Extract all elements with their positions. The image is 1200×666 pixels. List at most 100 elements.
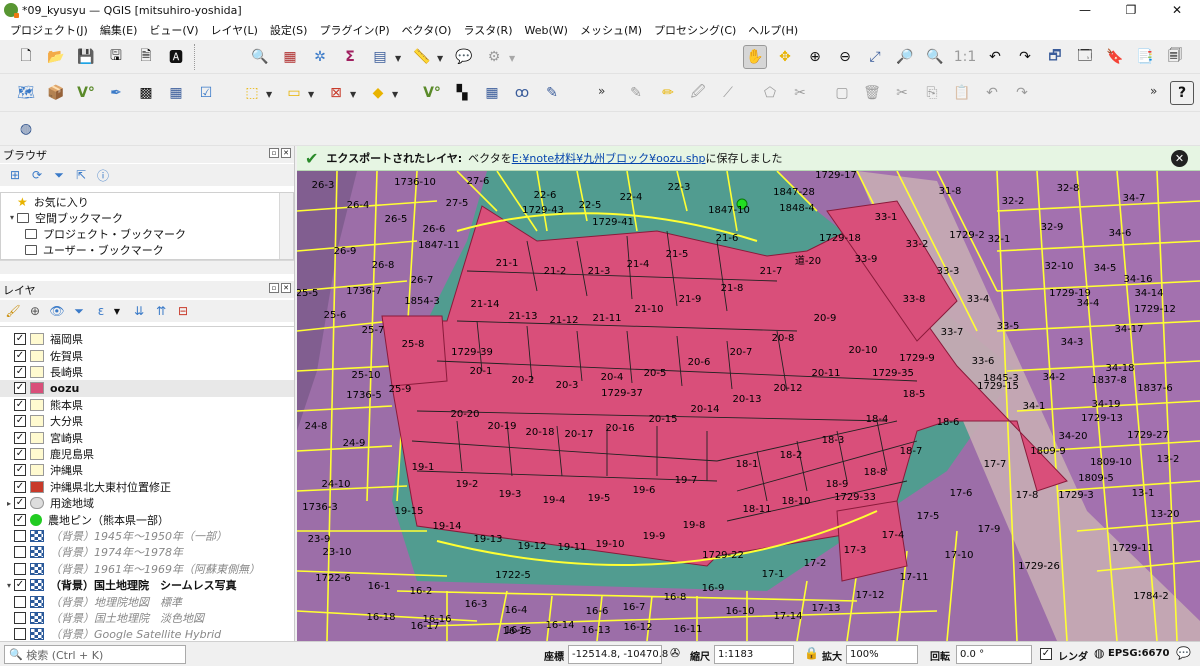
layer-row[interactable]: ✓ 熊本県 (0, 397, 294, 413)
scale-field[interactable]: 1:1183 (714, 645, 794, 664)
menu-view[interactable]: ビュー(V) (143, 22, 204, 38)
close-panel-icon[interactable]: ✕ (281, 283, 291, 293)
menu-raster[interactable]: ラスタ(R) (457, 22, 518, 38)
project-bookmarks-item[interactable]: プロジェクト・ブックマーク (25, 225, 186, 242)
render-checkbox[interactable]: ✓ (1040, 648, 1052, 660)
annotation-icon[interactable]: ⚙ (482, 45, 506, 69)
remove-layer-icon[interactable]: ⊟ (174, 302, 192, 320)
float-icon[interactable]: ▫ (269, 148, 279, 158)
add-layer-icon[interactable]: 📦 (44, 81, 68, 105)
layer-visibility-checkbox[interactable] (14, 611, 26, 624)
add-virtual-layer-icon[interactable]: ☑ (194, 81, 218, 105)
layer-visibility-checkbox[interactable]: ✓ (14, 513, 26, 526)
delete-icon[interactable]: 🗑 (860, 81, 884, 105)
layer-visibility-checkbox[interactable]: ✓ (14, 349, 26, 362)
new-map-view-icon[interactable]: 🗗 (1043, 45, 1067, 69)
save-as-icon[interactable]: 🖫 (104, 45, 128, 69)
plugin-icon[interactable]: ✎ (540, 81, 564, 105)
extent-icon[interactable]: ✇ (670, 646, 680, 660)
layer-row[interactable]: ✓ 大分県 (0, 413, 294, 429)
menu-edit[interactable]: 編集(E) (94, 22, 144, 38)
toolbar-more-icon[interactable]: » (1150, 84, 1157, 98)
select-location-icon[interactable]: ◆ (366, 81, 390, 105)
add-wms-icon[interactable]: ▩ (134, 81, 158, 105)
cut-icon[interactable]: ✂ (890, 81, 914, 105)
menu-web[interactable]: Web(W) (519, 24, 574, 37)
layer-row[interactable]: ✓ 沖縄県北大東村位置修正 (0, 479, 294, 495)
settings-gear-icon[interactable]: ✲ (308, 45, 332, 69)
data-source-manager-icon[interactable]: 🗺 (14, 81, 38, 105)
layer-row[interactable]: （背景）国土地理院 淡色地図 (0, 610, 294, 626)
edit-pencil-icon[interactable]: ✎ (624, 81, 648, 105)
layer-visibility-checkbox[interactable]: ✓ (14, 431, 26, 444)
zoom-selection-icon[interactable]: 🔎 (893, 45, 917, 69)
table-tool-icon[interactable]: ▦ (480, 81, 504, 105)
add-vector-layer-icon[interactable]: V° (74, 81, 98, 105)
locator-search-input[interactable]: 🔍 検索 (Ctrl + K) (4, 645, 186, 664)
message-file-link[interactable]: E:¥note材料¥九州ブロック¥oozu.shp (512, 150, 706, 166)
measure-icon[interactable]: 📏 (410, 45, 434, 69)
filter-icon[interactable]: ⏷ (50, 166, 68, 184)
expand-all-icon[interactable]: ⇊ (130, 302, 148, 320)
user-bookmarks-item[interactable]: ユーザー・ブックマーク (25, 241, 164, 258)
style-manager-icon[interactable]: 🅰 (164, 45, 188, 69)
layer-row[interactable]: （背景）1961年～1969年（阿蘇東側無） (0, 561, 294, 577)
menu-plugins[interactable]: プラグイン(P) (313, 22, 395, 38)
zoom-layer-icon[interactable]: 🔍 (923, 45, 947, 69)
print-layout-icon[interactable]: 🗎 (134, 45, 158, 69)
visibility-eye-icon[interactable]: 👁 (48, 302, 66, 320)
refresh-icon[interactable]: ⟳ (28, 166, 46, 184)
layer-visibility-checkbox[interactable]: ✓ (14, 333, 26, 346)
help-icon[interactable]: ? (1170, 81, 1194, 105)
layer-row[interactable]: ✓ 鹿児島県 (0, 446, 294, 462)
layer-row[interactable]: （背景）1945年～1950年（一部） (0, 528, 294, 544)
layer-visibility-checkbox[interactable] (14, 529, 26, 542)
add-group-icon[interactable]: ⊕ (26, 302, 44, 320)
vertex-tool-icon[interactable]: V° (420, 81, 444, 105)
coordinate-field[interactable]: -12514.8, -10470.8 (568, 645, 668, 664)
spatial-bookmarks-item[interactable]: ▾ 空間ブックマーク (7, 209, 123, 226)
refresh-icon[interactable]: 🗐 (1163, 45, 1187, 69)
layer-visibility-checkbox[interactable]: ✓ (14, 579, 26, 592)
layer-visibility-checkbox[interactable]: ✓ (14, 398, 26, 411)
collapse-icon[interactable]: ⇱ (72, 166, 90, 184)
collapse-all-icon[interactable]: ⇈ (152, 302, 170, 320)
menu-mesh[interactable]: メッシュ(M) (574, 22, 648, 38)
add-delimited-text-icon[interactable]: ✒ (104, 81, 128, 105)
select-by-value-icon[interactable]: ▭ (282, 81, 306, 105)
add-raster-layer-icon[interactable]: ▦ (164, 81, 188, 105)
layer-row[interactable]: ▾ ✓ （背景）国土地理院 シームレス写真 (0, 577, 294, 593)
style-brush-icon[interactable]: 🖌 (4, 302, 22, 320)
menu-project[interactable]: プロジェクト(J) (4, 22, 94, 38)
zoom-last-icon[interactable]: ↶ (983, 45, 1007, 69)
attribute-table-icon[interactable]: ▦ (278, 45, 302, 69)
open-table-icon[interactable]: ▤ (368, 45, 392, 69)
favorites-item[interactable]: ★ お気に入り (7, 193, 89, 210)
expand-arrow-icon[interactable]: ▾ (4, 581, 14, 590)
layer-row[interactable]: ✓ 長崎県 (0, 364, 294, 380)
zoom-native-icon[interactable]: 1:1 (953, 45, 977, 69)
toggle-editing-icon[interactable]: ✏ (656, 81, 680, 105)
menu-layer[interactable]: レイヤ(L) (204, 22, 263, 38)
zoom-next-icon[interactable]: ↷ (1013, 45, 1037, 69)
pan-to-selection-icon[interactable]: ✥ (773, 45, 797, 69)
redo-icon[interactable]: ↷ (1010, 81, 1034, 105)
map-drawing[interactable]: 21-1 21-2 21-3 21-4 21-5 21-6 21-7 21-8 21-9 21-1… (297, 171, 1200, 641)
layer-visibility-checkbox[interactable]: ✓ (14, 480, 26, 493)
layer-visibility-checkbox[interactable] (14, 595, 26, 608)
layer-visibility-checkbox[interactable]: ✓ (14, 365, 26, 378)
magnifier-field[interactable]: 100% (846, 645, 918, 664)
grid-tool-icon[interactable]: ▚ (450, 81, 474, 105)
copy-icon[interactable]: ⎘ (920, 81, 944, 105)
layer-row[interactable]: （背景）地理院地図 標準 (0, 593, 294, 609)
zoom-out-icon[interactable]: ⊖ (833, 45, 857, 69)
browser-vertical-scrollbar[interactable] (279, 193, 293, 259)
expand-arrow-icon[interactable]: ▸ (4, 499, 14, 508)
layer-visibility-checkbox[interactable]: ✓ (14, 415, 26, 428)
layer-row[interactable]: ✓ 福岡県 (0, 331, 294, 347)
python-icon[interactable]: ꝏ (510, 81, 534, 105)
map-tips-icon[interactable]: 💬 (452, 45, 476, 69)
layer-visibility-checkbox[interactable] (14, 546, 26, 559)
digitize-icon[interactable]: ⟋ (716, 81, 740, 105)
save-project-icon[interactable]: 💾 (74, 45, 98, 69)
